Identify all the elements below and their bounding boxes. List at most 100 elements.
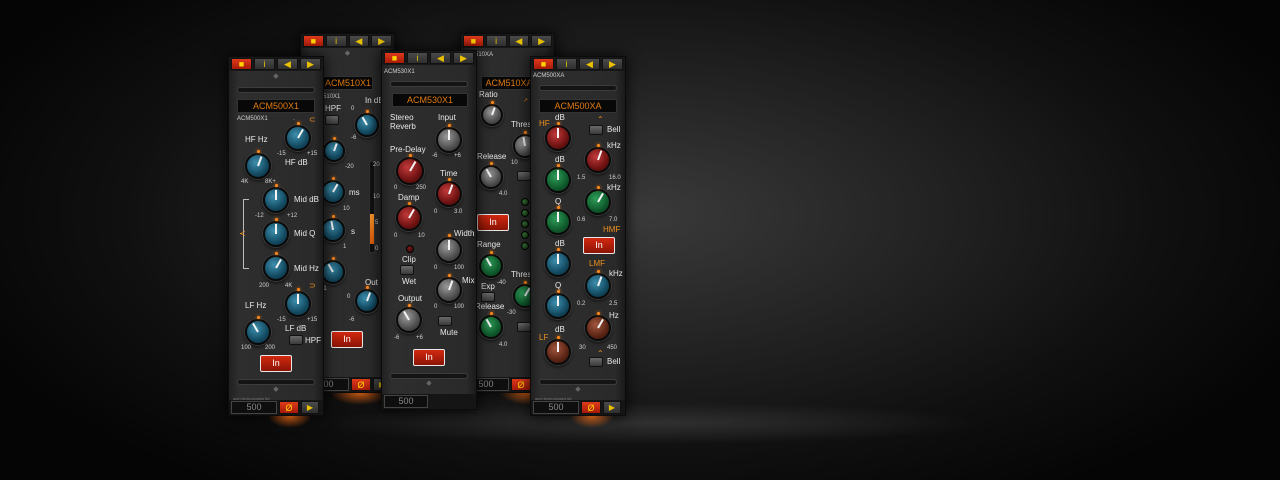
mid-q-knob[interactable]	[263, 218, 289, 247]
lmf-gain-knob[interactable]	[545, 248, 571, 277]
phase-button[interactable]: Ø	[511, 378, 531, 391]
lmf-freq-knob[interactable]	[585, 270, 611, 299]
mid-hz-knob[interactable]	[263, 252, 289, 281]
output-knob[interactable]	[355, 286, 379, 313]
lf-bell-toggle[interactable]	[589, 357, 603, 367]
module-name-display[interactable]: ACM510XA	[481, 76, 537, 90]
release-knob[interactable]	[321, 215, 345, 242]
module-name-display[interactable]: ACM500XA	[539, 99, 617, 113]
clip-toggle[interactable]	[400, 265, 414, 275]
attack-knob[interactable]	[321, 177, 345, 204]
lf-db-knob[interactable]	[285, 288, 311, 317]
range-knob[interactable]	[479, 251, 503, 278]
info-button[interactable]: i	[485, 35, 507, 47]
lock-icon[interactable]: ■	[463, 35, 484, 47]
in-button[interactable]: In	[477, 214, 509, 231]
release-knob[interactable]	[479, 162, 503, 189]
next-preset-button[interactable]: ▶	[300, 58, 321, 70]
exp-toggle[interactable]	[481, 292, 495, 302]
gate-release-label: Release	[475, 302, 505, 311]
hmf-gain-knob[interactable]	[545, 164, 571, 193]
hpf-toggle[interactable]	[325, 115, 339, 125]
in-button[interactable]: In	[583, 237, 615, 254]
ratio-knob[interactable]	[481, 101, 503, 126]
phase-button[interactable]: Ø	[581, 401, 601, 414]
lock-icon[interactable]: ■	[533, 58, 554, 70]
sidechain-toggle[interactable]	[517, 171, 531, 181]
lock-icon[interactable]: ■	[303, 35, 324, 47]
hf-gain-knob[interactable]	[545, 122, 571, 151]
damp-knob[interactable]	[396, 202, 422, 231]
speaker-icon[interactable]: ▶	[603, 401, 621, 414]
time-knob[interactable]	[436, 178, 462, 207]
info-button[interactable]: i	[254, 58, 275, 70]
lmf-label: LMF	[589, 259, 605, 268]
hf-bell-toggle[interactable]	[589, 125, 603, 135]
threshold-knob[interactable]	[323, 137, 345, 162]
handle-arrows-icon: ◆	[273, 73, 279, 80]
prev-preset-button[interactable]: ◀	[579, 58, 600, 70]
lmf-q-label: Q	[555, 281, 562, 290]
module-small-name: 510X1	[323, 94, 341, 100]
info-button[interactable]: i	[325, 35, 347, 47]
input-knob[interactable]	[436, 124, 462, 153]
next-preset-button[interactable]: ▶	[371, 35, 392, 47]
hf-freq-knob[interactable]	[585, 144, 611, 173]
gate-toggle[interactable]	[517, 322, 531, 332]
lmf-khz-label: kHz	[609, 269, 623, 278]
handle-arrows-icon: ◆	[575, 386, 581, 393]
info-button[interactable]: i	[407, 52, 428, 64]
gate-release-knob[interactable]	[479, 312, 503, 339]
meter-scale-label: 10	[373, 194, 380, 200]
lmf-q-knob[interactable]	[545, 290, 571, 319]
prev-preset-button[interactable]: ◀	[348, 35, 370, 47]
mid-db-knob[interactable]	[263, 184, 289, 213]
hpf-toggle[interactable]	[289, 335, 303, 345]
next-preset-button[interactable]: ▶	[602, 58, 623, 70]
hf-khz-label: kHz	[607, 141, 621, 150]
module-name-display[interactable]: ACM500X1	[237, 99, 315, 113]
lock-icon[interactable]: ■	[231, 58, 252, 70]
mute-toggle[interactable]	[438, 316, 452, 326]
output-knob[interactable]	[396, 304, 422, 333]
lf-hz-knob[interactable]	[245, 316, 271, 345]
prev-preset-button[interactable]: ◀	[277, 58, 298, 70]
prev-preset-button[interactable]: ◀	[430, 52, 451, 64]
tick-label: 30	[579, 345, 586, 351]
in-button[interactable]: In	[413, 349, 445, 366]
handle-arrows-icon: ◆	[344, 50, 351, 57]
lock-icon[interactable]: ■	[384, 52, 405, 64]
lf-gain-knob[interactable]	[545, 336, 571, 365]
next-preset-button[interactable]: ▶	[453, 52, 474, 64]
tick-label: 1	[343, 244, 347, 250]
hmf-q-label: Q	[555, 197, 562, 206]
tick-label: +6	[416, 335, 423, 341]
speaker-icon[interactable]: ▶	[301, 401, 319, 414]
module-name-display[interactable]: ACM510X1	[323, 76, 373, 90]
toolbar: ■ i ◀ ▶	[301, 34, 394, 48]
input-knob[interactable]	[355, 110, 379, 137]
lf-bell-label: Bell	[607, 357, 621, 366]
lf-freq-knob[interactable]	[585, 312, 611, 341]
info-button[interactable]: i	[556, 58, 577, 70]
mid-hz-label: Mid Hz	[294, 264, 319, 273]
phase-button[interactable]: Ø	[279, 401, 299, 414]
mix-knob[interactable]	[436, 274, 462, 303]
in-button[interactable]: In	[260, 355, 292, 372]
tick-label: 0	[347, 294, 351, 300]
hf-db-knob[interactable]	[285, 122, 311, 151]
width-knob[interactable]	[436, 234, 462, 263]
hf-hz-knob[interactable]	[245, 150, 271, 179]
ratio-knob[interactable]	[321, 257, 345, 284]
phase-button[interactable]: Ø	[351, 378, 371, 391]
hmf-freq-knob[interactable]	[585, 186, 611, 215]
slot-label: 500	[533, 401, 579, 414]
module-acm500xa: ■ i ◀ ▶ ACM500XA ACM500XA HF dB ⌃ Bell k…	[530, 56, 626, 416]
tick-label: -40	[497, 280, 506, 286]
hmf-q-knob[interactable]	[545, 206, 571, 235]
module-name-display[interactable]: ACM530X1	[392, 93, 468, 107]
prev-preset-button[interactable]: ◀	[508, 35, 530, 47]
pre-delay-knob[interactable]	[396, 154, 424, 185]
next-preset-button[interactable]: ▶	[531, 35, 552, 47]
in-button[interactable]: In	[331, 331, 363, 348]
